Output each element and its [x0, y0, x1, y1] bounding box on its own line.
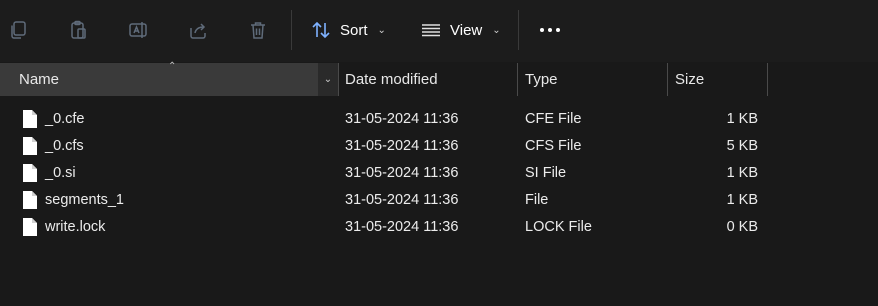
- file-list: _0.cfe 31-05-2024 11:36 CFE File 1 KB _0…: [0, 105, 878, 240]
- file-row[interactable]: segments_1 31-05-2024 11:36 File 1 KB: [0, 186, 878, 213]
- rename-icon[interactable]: [124, 16, 152, 44]
- column-header-name[interactable]: Name: [0, 63, 318, 96]
- sort-button[interactable]: Sort ⌄: [310, 16, 386, 44]
- file-name-cell: segments_1: [22, 186, 124, 213]
- sort-label: Sort: [340, 21, 368, 39]
- more-options-button[interactable]: [536, 16, 564, 44]
- column-header-size[interactable]: Size: [675, 63, 704, 96]
- column-date-label: Date modified: [345, 71, 438, 88]
- file-name: write.lock: [45, 218, 106, 235]
- column-type-label: Type: [525, 71, 558, 88]
- file-icon: [22, 190, 38, 210]
- file-type: LOCK File: [525, 218, 592, 235]
- column-size-label: Size: [675, 71, 705, 88]
- file-name: _0.cfe: [45, 110, 85, 127]
- file-name: _0.cfs: [45, 137, 84, 154]
- file-name-cell: _0.cfe: [22, 105, 85, 132]
- file-date: 31-05-2024 11:36: [345, 137, 459, 154]
- column-header-type[interactable]: Type: [525, 63, 558, 96]
- file-date: 31-05-2024 11:36: [345, 218, 459, 235]
- column-header-date[interactable]: Date modified: [345, 63, 438, 96]
- file-date: 31-05-2024 11:36: [345, 164, 459, 181]
- column-header: Name ⌃ ⌄ Date modified Type Size: [0, 61, 878, 96]
- command-bar: Sort ⌄ View ⌄: [0, 0, 878, 62]
- copy-icon[interactable]: [4, 16, 32, 44]
- file-name: segments_1: [45, 191, 124, 208]
- chevron-down-icon: ⌄: [492, 24, 501, 36]
- column-filter-dropdown[interactable]: ⌄: [318, 63, 338, 96]
- column-name-label: Name: [19, 71, 60, 88]
- delete-icon[interactable]: [244, 16, 272, 44]
- chevron-down-icon: ⌄: [377, 24, 386, 36]
- share-icon[interactable]: [184, 16, 212, 44]
- file-size: 1 KB: [726, 191, 758, 208]
- file-explorer: Sort ⌄ View ⌄ Name ⌃ ⌄ Date modified Typ…: [0, 0, 878, 306]
- file-name-cell: write.lock: [22, 213, 105, 240]
- file-size: 0 KB: [726, 218, 758, 235]
- file-name-cell: _0.cfs: [22, 132, 84, 159]
- toolbar-separator: [291, 10, 292, 50]
- view-label: View: [450, 21, 483, 39]
- view-button[interactable]: View ⌄: [420, 16, 501, 44]
- sort-ascending-icon: ⌃: [168, 61, 177, 72]
- file-row[interactable]: write.lock 31-05-2024 11:36 LOCK File 0 …: [0, 213, 878, 240]
- file-row[interactable]: _0.si 31-05-2024 11:36 SI File 1 KB: [0, 159, 878, 186]
- column-divider[interactable]: [767, 63, 768, 96]
- more-icon: [540, 28, 560, 32]
- file-name-cell: _0.si: [22, 159, 76, 186]
- file-type: CFS File: [525, 137, 582, 154]
- file-size: 1 KB: [726, 164, 758, 181]
- column-divider[interactable]: [338, 63, 339, 96]
- file-icon: [22, 136, 38, 156]
- file-type: File: [525, 191, 549, 208]
- column-divider[interactable]: [517, 63, 518, 96]
- paste-icon[interactable]: [64, 16, 92, 44]
- file-date: 31-05-2024 11:36: [345, 110, 459, 127]
- file-row[interactable]: _0.cfs 31-05-2024 11:36 CFS File 5 KB: [0, 132, 878, 159]
- column-divider[interactable]: [667, 63, 668, 96]
- file-name: _0.si: [45, 164, 76, 181]
- chevron-down-icon: ⌄: [323, 74, 333, 85]
- file-size: 5 KB: [726, 137, 758, 154]
- file-row[interactable]: _0.cfe 31-05-2024 11:36 CFE File 1 KB: [0, 105, 878, 132]
- file-icon: [22, 163, 38, 183]
- toolbar-separator: [518, 10, 519, 50]
- sort-icon: [312, 21, 330, 39]
- file-size: 1 KB: [726, 110, 758, 127]
- file-icon: [22, 109, 38, 129]
- file-type: SI File: [525, 164, 567, 181]
- file-type: CFE File: [525, 110, 582, 127]
- view-icon: [422, 24, 440, 37]
- file-date: 31-05-2024 11:36: [345, 191, 459, 208]
- file-icon: [22, 217, 38, 237]
